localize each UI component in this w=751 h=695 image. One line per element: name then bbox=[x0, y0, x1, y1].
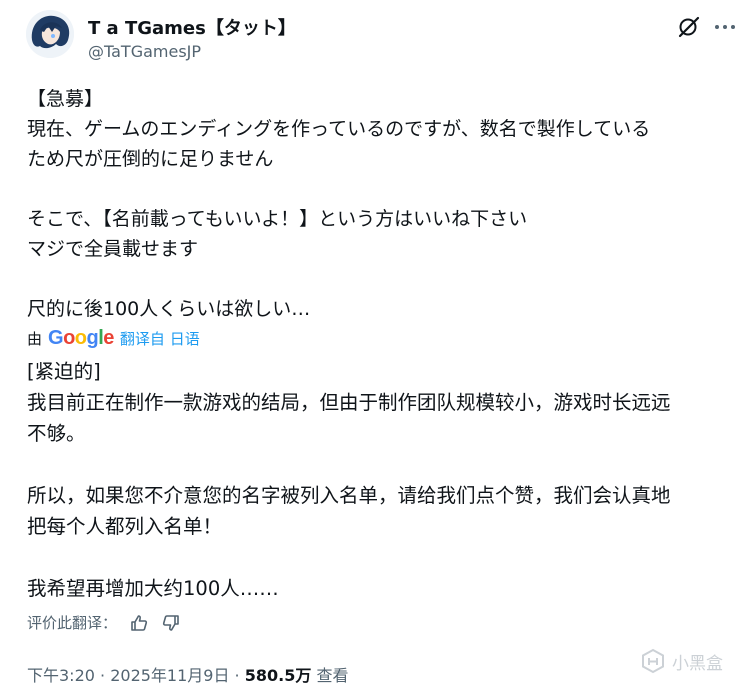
avatar-image bbox=[26, 10, 74, 58]
post-original-text: 【急募】 現在、ゲームのエンディングを作っているのですが、数名で製作している た… bbox=[27, 88, 651, 320]
google-logo: Google bbox=[48, 327, 114, 349]
views-count: 580.5万 bbox=[244, 666, 312, 685]
post-time[interactable]: 下午3:20 bbox=[27, 666, 95, 685]
views-label: 查看 bbox=[311, 666, 349, 685]
more-icon[interactable] bbox=[712, 14, 738, 40]
author-handle[interactable]: @TaTGamesJP bbox=[88, 42, 201, 61]
post-card: T a TGames【タット】 @TaTGamesJP 【急募】 現在、ゲームの… bbox=[0, 0, 751, 695]
meta-separator: · bbox=[94, 666, 111, 685]
thumb-up-icon[interactable] bbox=[129, 613, 149, 633]
translated-from-link[interactable]: 翻译自 日语 bbox=[120, 328, 200, 349]
watermark-logo-icon bbox=[642, 648, 664, 674]
grok-icon[interactable] bbox=[676, 14, 702, 40]
watermark-text: 小黑盒 bbox=[672, 653, 723, 674]
rate-translation-label: 评价此翻译： bbox=[27, 614, 118, 632]
thumb-down-icon[interactable] bbox=[161, 613, 181, 633]
translation-by-label: 由 bbox=[27, 330, 43, 348]
watermark: 小黑盒 bbox=[640, 648, 723, 674]
translation-attribution: 由 Google 翻译自 日语 bbox=[27, 327, 200, 350]
meta-separator: · bbox=[229, 666, 245, 685]
avatar[interactable] bbox=[26, 10, 74, 58]
post-meta: 下午3:20 · 2025年11月9日 · 580.5万 查看 bbox=[27, 662, 348, 686]
post-date[interactable]: 2025年11月9日 bbox=[110, 666, 229, 685]
post-translated-text: [紧迫的] 我目前正在制作一款游戏的结局，但由于制作团队规模较小，游戏时长远远 … bbox=[27, 360, 671, 600]
rate-translation-row: 评价此翻译： bbox=[27, 612, 181, 633]
author-name[interactable]: T a TGames【タット】 bbox=[88, 14, 296, 40]
